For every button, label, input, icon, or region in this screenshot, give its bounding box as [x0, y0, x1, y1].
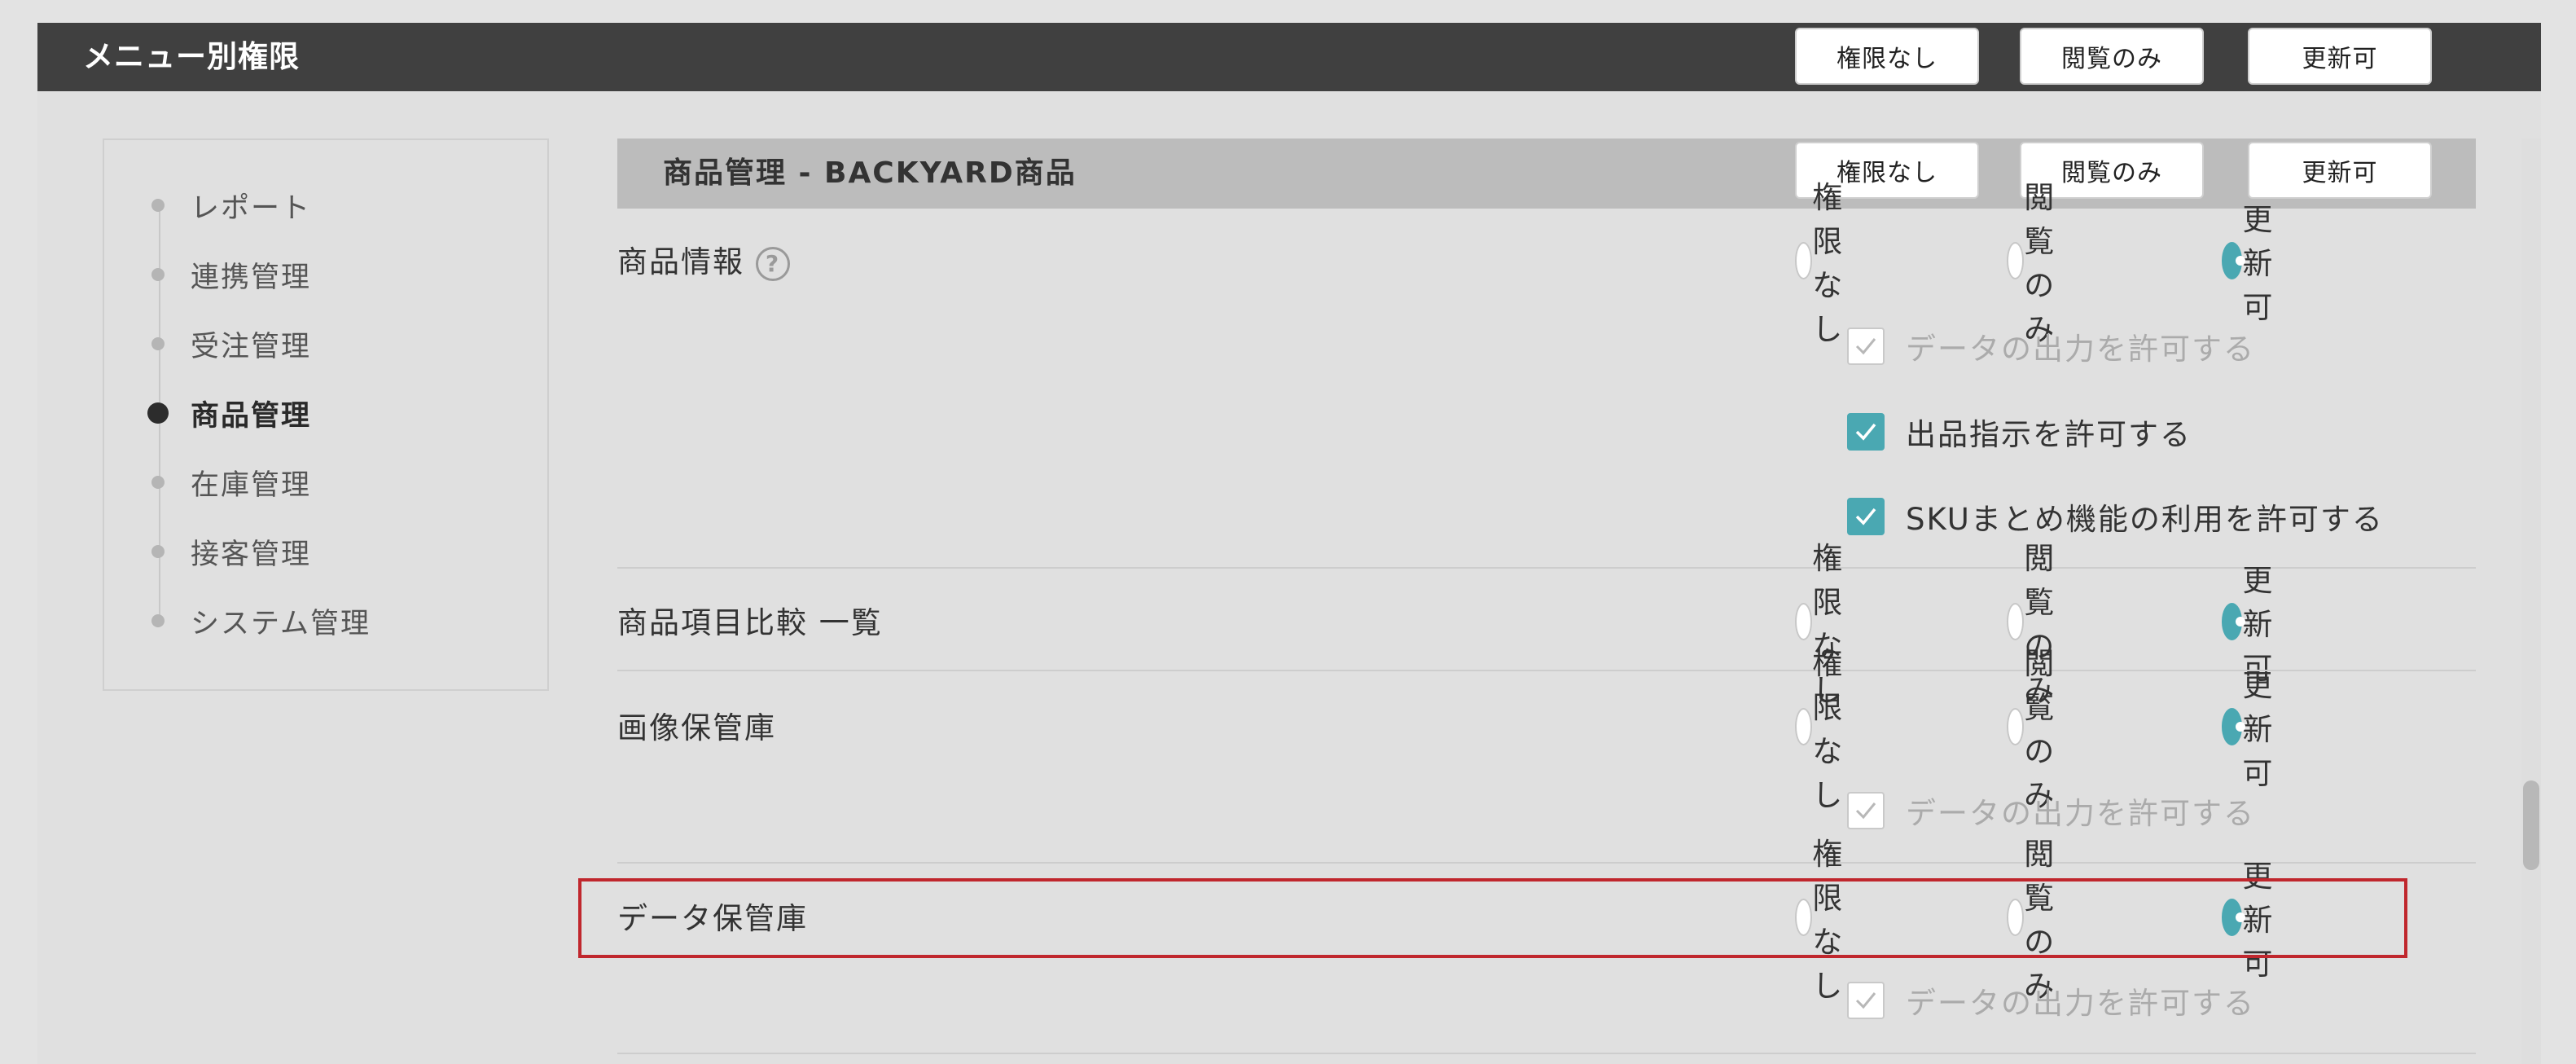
radio-editable[interactable]: 更新可 [2222, 859, 2291, 982]
section-title: 商品管理 - BACKYARD商品 [663, 156, 1077, 190]
sidebar-bullet-icon [151, 476, 165, 489]
row-label-product-compare: 商品項目比較 一覧 [617, 605, 883, 640]
radio-circle-icon [2007, 242, 2025, 279]
sidebar-item-products[interactable]: 商品管理 [147, 389, 539, 437]
radio-circle-icon [2007, 899, 2025, 936]
checkbox-label: データの出力を許可する [1906, 796, 2255, 831]
row-divider [617, 862, 2476, 864]
sidebar-item-label: 在庫管理 [191, 468, 312, 502]
checkbox-image-storage-export[interactable]: データの出力を許可する [1847, 789, 2255, 833]
radio-editable[interactable]: 更新可 [2222, 563, 2291, 686]
radio-label: 更新可 [2242, 859, 2275, 982]
sidebar-bullet-icon [151, 337, 165, 350]
header-no-permission-button[interactable]: 権限なし [1795, 28, 1979, 85]
radio-selected-icon [2222, 242, 2246, 279]
checkbox-listing-instruction[interactable]: 出品指示を許可する [1847, 410, 2192, 454]
radio-editable[interactable]: 更新可 [2222, 668, 2291, 791]
checkbox-disabled-icon [1847, 328, 1885, 365]
checkbox-checked-icon [1847, 413, 1885, 451]
sidebar-item-label: 連携管理 [191, 261, 312, 294]
radio-no-permission[interactable]: 権限なし [1795, 837, 1864, 1004]
scrollbar-track[interactable] [2521, 138, 2541, 1064]
sidebar-item-label: レポート [191, 191, 312, 225]
radio-circle-icon [1795, 242, 1813, 279]
radio-view-only[interactable]: 閲覧のみ [2007, 837, 2076, 1004]
radio-selected-icon [2222, 899, 2246, 936]
sidebar-active-bullet-icon [147, 402, 169, 424]
sidebar-item-integration[interactable]: 連携管理 [148, 250, 539, 299]
radio-label: 更新可 [2242, 202, 2275, 325]
radio-circle-icon [1795, 603, 1813, 640]
radio-view-only[interactable]: 閲覧のみ [2007, 180, 2076, 347]
checkbox-label: 出品指示を許可する [1906, 417, 2192, 452]
header-editable-button[interactable]: 更新可 [2248, 28, 2432, 85]
radio-circle-icon [1795, 899, 1813, 936]
row-label-data-storage: データ保管庫 [617, 901, 808, 936]
sidebar-item-system[interactable]: システム管理 [148, 596, 539, 645]
checkbox-label: データの出力を許可する [1906, 332, 2255, 367]
checkbox-checked-icon [1847, 498, 1885, 535]
row-label-image-storage: 画像保管庫 [617, 710, 776, 745]
sidebar-item-report[interactable]: レポート [148, 181, 539, 230]
scrollbar-thumb[interactable] [2523, 780, 2539, 870]
checkbox-data-storage-export[interactable]: データの出力を許可する [1847, 978, 2255, 1022]
radio-circle-icon [2007, 603, 2025, 640]
radio-circle-icon [2007, 708, 2025, 745]
checkbox-disabled-icon [1847, 982, 1885, 1019]
radio-label: 更新可 [2242, 668, 2275, 791]
radio-label: 閲覧のみ [2024, 180, 2056, 347]
sidebar-bullet-icon [151, 545, 165, 558]
sidebar-item-inventory[interactable]: 在庫管理 [148, 458, 539, 507]
sidebar-bullet-icon [151, 614, 165, 627]
checkbox-product-info-export[interactable]: データの出力を許可する [1847, 324, 2255, 368]
sidebar-item-customer-service[interactable]: 接客管理 [148, 527, 539, 576]
checkbox-label: SKUまとめ機能の利用を許可する [1906, 502, 2384, 537]
radio-view-only[interactable]: 閲覧のみ [2007, 646, 2076, 813]
radio-no-permission[interactable]: 権限なし [1795, 646, 1864, 813]
sidebar-item-label: システム管理 [191, 607, 371, 640]
section-editable-button[interactable]: 更新可 [2248, 142, 2432, 199]
radio-selected-icon [2222, 708, 2246, 745]
checkbox-disabled-icon [1847, 792, 1885, 829]
sidebar-item-label: 接客管理 [191, 538, 312, 571]
radio-selected-icon [2222, 603, 2246, 640]
radio-editable[interactable]: 更新可 [2222, 202, 2291, 325]
help-icon[interactable]: ? [756, 246, 790, 281]
row-label-text: 商品情報 [617, 244, 744, 279]
radio-label: 権限なし [1812, 180, 1845, 347]
radio-circle-icon [1795, 708, 1813, 745]
sidebar-bullet-icon [151, 199, 165, 212]
sidebar-item-label: 商品管理 [191, 399, 312, 433]
row-divider [617, 567, 2476, 569]
row-divider [617, 670, 2476, 671]
sidebar-bullet-icon [151, 268, 165, 281]
sidebar-item-orders[interactable]: 受注管理 [148, 319, 539, 368]
row-label-product-info: 商品情報? [617, 238, 790, 287]
sidebar-item-label: 受注管理 [191, 330, 312, 363]
header-view-only-button[interactable]: 閲覧のみ [2020, 28, 2204, 85]
checkbox-sku-merge[interactable]: SKUまとめ機能の利用を許可する [1847, 495, 2384, 539]
radio-no-permission[interactable]: 権限なし [1795, 180, 1864, 347]
row-divider [617, 1053, 2476, 1054]
page-title: メニュー別権限 [83, 39, 300, 74]
checkbox-label: データの出力を許可する [1906, 986, 2255, 1021]
